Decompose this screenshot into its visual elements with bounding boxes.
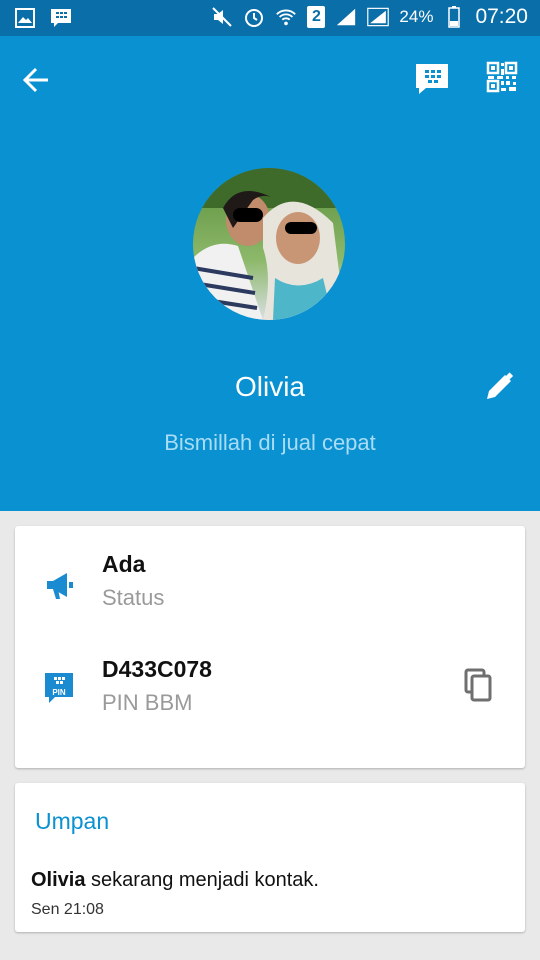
back-button[interactable] [20,63,54,97]
copy-icon [464,668,492,702]
status-bar-system: 2 24% 07:20 [211,5,528,29]
arrow-back-icon [22,67,48,93]
contact-info-card: Ada Status PIN D433C078 PIN BBM [15,526,525,768]
feed-item-time: Sen 21:08 [31,901,104,918]
feed-item-contact-name: Olivia [31,869,86,891]
status-label: Status [102,585,165,610]
pencil-icon [487,372,514,399]
edit-profile-button[interactable] [482,370,518,406]
feed-card: Umpan Olivia sekarang menjadi kontak. Se… [15,783,525,932]
megaphone-icon [43,568,79,604]
bbm-chat-button[interactable] [414,61,450,97]
feed-item-text[interactable]: Olivia sekarang menjadi kontak. [31,869,319,892]
battery-icon [443,6,465,28]
pin-label: PIN BBM [102,690,193,715]
gallery-icon [14,7,36,29]
status-bar: 2 24% 07:20 [0,0,540,36]
feed-item-message: sekarang menjadi kontak. [85,869,319,891]
sim-icon: 2 [307,6,326,28]
signal-icon [367,6,390,28]
feed-title: Umpan [35,808,110,834]
profile-header: Olivia Bismillah di jual cepat [0,36,540,511]
status-row: Ada Status [15,546,525,636]
alarm-icon [243,6,265,28]
clock: 07:20 [475,5,528,28]
copy-pin-button[interactable] [461,667,497,703]
signal-icon [335,6,357,28]
bbm-notification-icon [50,7,72,29]
pin-row: PIN D433C078 PIN BBM [15,651,525,741]
profile-name: Olivia [234,371,305,402]
battery-percent: 24% [399,7,434,26]
qr-code-button[interactable] [486,61,522,97]
mute-icon [211,6,233,28]
wifi-icon [275,6,297,28]
bbm-chat-icon [416,64,448,94]
pin-icon-label: PIN [52,688,66,697]
profile-status-message: Bismillah di jual cepat [164,430,376,455]
pin-icon: PIN [43,671,79,707]
status-bar-notifications [14,7,72,29]
avatar[interactable] [193,168,345,320]
qr-code-icon [486,61,518,93]
bbm-pin-value: D433C078 [102,656,212,682]
availability-status: Ada [102,551,146,577]
